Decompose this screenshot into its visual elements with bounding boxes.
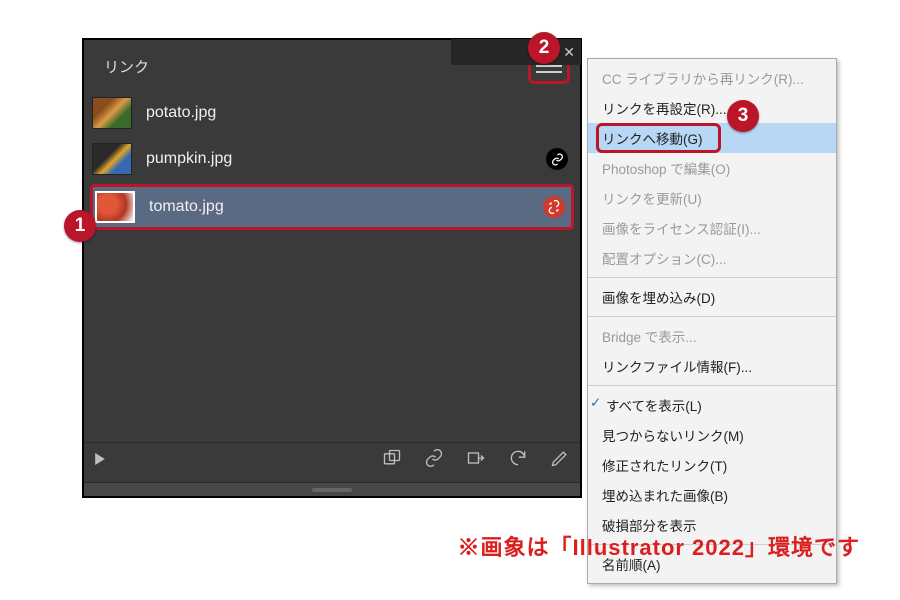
- panel-resize-grip[interactable]: [84, 482, 580, 496]
- thumbnail: [95, 191, 135, 223]
- close-icon[interactable]: ✕: [563, 45, 575, 59]
- panel-context-menu: CC ライブラリから再リンク(R)...リンクを再設定(R)...リンクへ移動(…: [587, 58, 837, 584]
- thumbnail: [92, 97, 132, 129]
- relink-cc-icon[interactable]: [382, 448, 402, 473]
- goto-link-icon[interactable]: [466, 448, 486, 473]
- menu-item: Bridge で表示...: [588, 321, 836, 351]
- tab-links[interactable]: リンク: [94, 50, 159, 83]
- menu-item[interactable]: リンクを再設定(R)...: [588, 93, 836, 123]
- thumbnail: [92, 143, 132, 175]
- callout-badge-1: 1: [64, 210, 96, 242]
- link-row[interactable]: potato.jpg: [90, 90, 574, 136]
- links-list: potato.jpg pumpkin.jpg tomato.jpg: [84, 84, 580, 230]
- relink-icon[interactable]: [424, 448, 444, 473]
- menu-item: 配置オプション(C)...: [588, 243, 836, 273]
- link-status-linked-icon: [546, 148, 568, 170]
- file-name: tomato.jpg: [149, 198, 529, 216]
- link-row[interactable]: pumpkin.jpg: [90, 136, 574, 182]
- callout-badge-3: 3: [727, 100, 759, 132]
- edit-original-icon[interactable]: [550, 448, 570, 473]
- menu-item: Photoshop で編集(O): [588, 153, 836, 183]
- file-name: potato.jpg: [146, 104, 568, 122]
- link-row-selected[interactable]: tomato.jpg: [90, 184, 574, 230]
- menu-item: CC ライブラリから再リンク(R)...: [588, 63, 836, 93]
- menu-item[interactable]: リンクファイル情報(F)...: [588, 351, 836, 381]
- menu-item[interactable]: 画像を埋め込み(D): [588, 282, 836, 312]
- callout-badge-2: 2: [528, 32, 560, 64]
- menu-item[interactable]: 埋め込まれた画像(B): [588, 480, 836, 510]
- links-panel: ✕ リンク potato.jpg pumpkin.jpg: [82, 38, 582, 498]
- expand-details-icon[interactable]: [94, 452, 106, 470]
- menu-item: リンクを更新(U): [588, 183, 836, 213]
- update-link-icon[interactable]: [508, 448, 528, 473]
- menu-item: 画像をライセンス認証(I)...: [588, 213, 836, 243]
- panel-topbar: ✕: [451, 39, 581, 65]
- link-status-broken-icon: [543, 196, 565, 218]
- menu-item[interactable]: 見つからないリンク(M): [588, 420, 836, 450]
- panel-footer: [84, 442, 580, 478]
- file-name: pumpkin.jpg: [146, 150, 532, 168]
- menu-item[interactable]: リンクへ移動(G): [588, 123, 836, 153]
- caption-text: ※画象は「Illustrator 2022」環境です: [457, 530, 860, 562]
- menu-item[interactable]: すべてを表示(L): [588, 390, 836, 420]
- menu-item[interactable]: 修正されたリンク(T): [588, 450, 836, 480]
